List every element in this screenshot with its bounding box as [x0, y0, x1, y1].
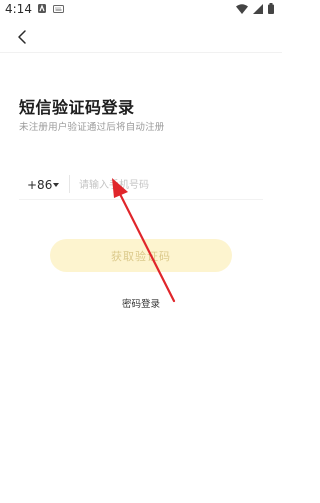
- caret-down-icon: [53, 183, 59, 187]
- system-icons: [236, 3, 274, 14]
- phone-number-input[interactable]: [79, 174, 259, 196]
- get-verification-code-button[interactable]: 获取验证码: [50, 239, 232, 272]
- wifi-icon: [236, 3, 248, 14]
- status-bar: 4:14: [0, 0, 282, 20]
- phone-input-row: +86: [19, 170, 263, 200]
- back-button[interactable]: [12, 26, 34, 48]
- page-title: 短信验证码登录: [19, 98, 135, 117]
- notification-icons: [38, 4, 64, 13]
- chevron-left-icon: [18, 30, 26, 44]
- app-notification-icon: [38, 4, 46, 13]
- page-subtitle: 未注册用户验证通过后将自动注册: [19, 122, 165, 133]
- country-code: +86: [27, 178, 53, 192]
- keyboard-icon: [53, 4, 64, 13]
- header-divider: [0, 52, 282, 53]
- battery-icon: [268, 3, 274, 14]
- password-login-link[interactable]: 密码登录: [0, 296, 282, 310]
- status-time: 4:14: [5, 2, 32, 16]
- field-divider: [69, 175, 70, 193]
- signal-icon: [253, 3, 263, 14]
